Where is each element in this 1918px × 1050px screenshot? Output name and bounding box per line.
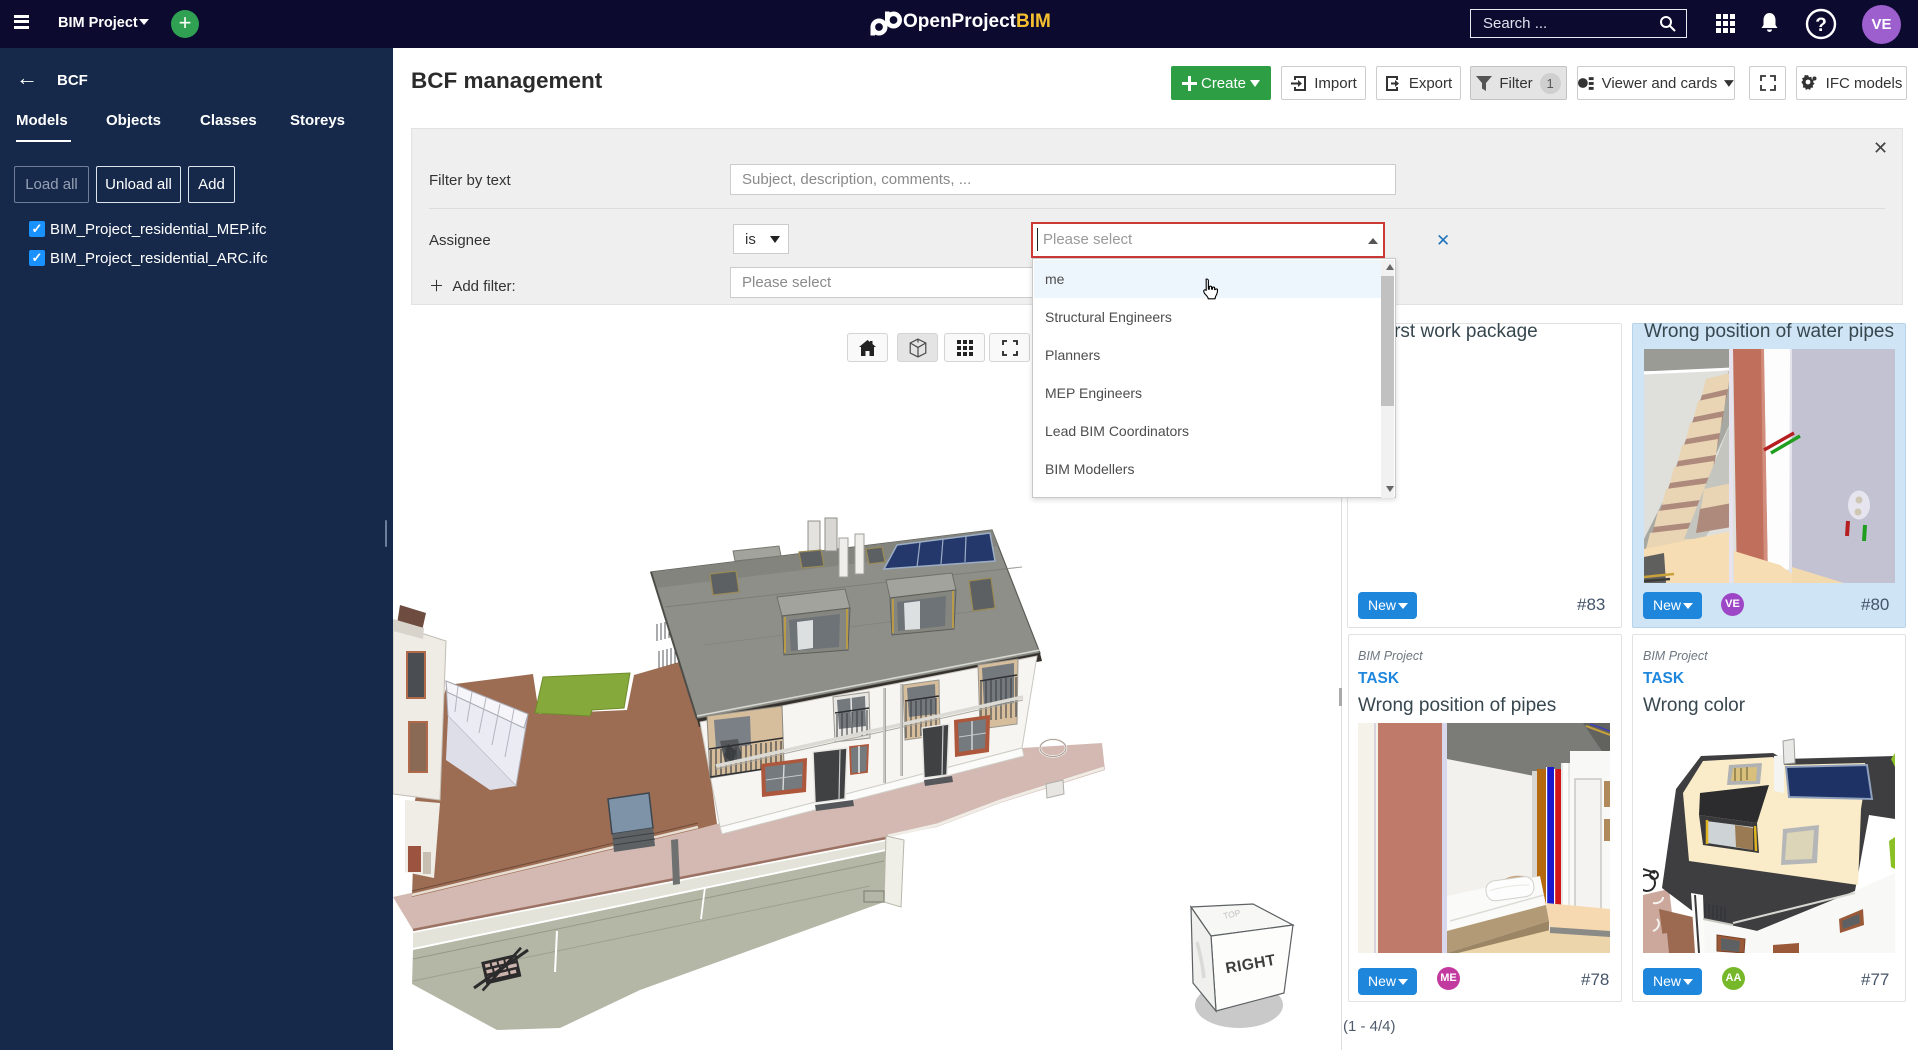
svg-text:?: ? [1815,15,1827,36]
